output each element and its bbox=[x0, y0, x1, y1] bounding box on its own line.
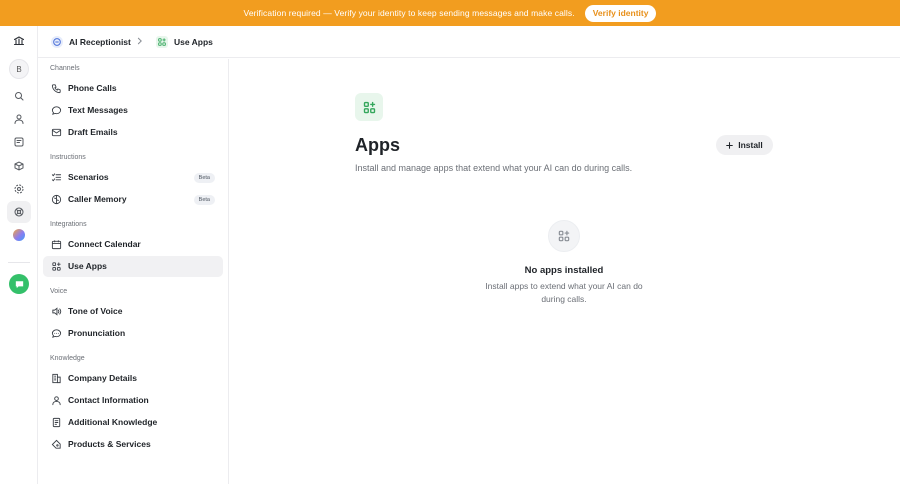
section-voice: Voice bbox=[50, 288, 68, 295]
sidebar: Channels Phone Calls Text Messages Draft… bbox=[38, 59, 229, 484]
sidebar-item-text-messages[interactable]: Text Messages bbox=[43, 100, 223, 121]
sidebar-item-label: Text Messages bbox=[68, 105, 128, 115]
breadcrumb-label-1: AI Receptionist bbox=[69, 37, 131, 47]
section-knowledge: Knowledge bbox=[50, 355, 85, 362]
sidebar-item-label: Use Apps bbox=[68, 261, 107, 271]
sidebar-item-contact-information[interactable]: Contact Information bbox=[43, 390, 223, 411]
speech-bubble-icon bbox=[51, 329, 62, 338]
sidebar-item-label: Additional Knowledge bbox=[68, 417, 158, 427]
ai-orb-icon[interactable] bbox=[13, 229, 25, 241]
main-content: Apps Install and manage apps that extend… bbox=[229, 59, 900, 484]
chat-bubble-icon[interactable] bbox=[9, 274, 29, 294]
checklist-icon bbox=[51, 173, 62, 182]
sidebar-item-label: Pronunciation bbox=[68, 328, 126, 338]
sidebar-item-label: Draft Emails bbox=[68, 127, 118, 137]
sidebar-item-products-services[interactable]: Products & Services bbox=[43, 434, 223, 455]
support-icon[interactable] bbox=[7, 201, 31, 223]
logo-icon[interactable] bbox=[7, 30, 31, 52]
apps-icon bbox=[558, 230, 570, 242]
sidebar-item-pronunciation[interactable]: Pronunciation bbox=[43, 323, 223, 344]
phone-icon bbox=[51, 84, 61, 94]
search-icon[interactable] bbox=[7, 85, 31, 107]
breadcrumb-use-apps[interactable]: Use Apps bbox=[156, 36, 213, 48]
page-subtitle: Install and manage apps that extend what… bbox=[355, 163, 633, 173]
tag-icon bbox=[51, 439, 61, 449]
breadcrumb: AI Receptionist Use Apps bbox=[38, 26, 900, 58]
install-label: Install bbox=[738, 140, 763, 150]
package-icon[interactable] bbox=[7, 155, 31, 177]
sidebar-item-use-apps[interactable]: Use Apps bbox=[43, 256, 223, 277]
section-instructions: Instructions bbox=[50, 154, 86, 161]
inbox-icon[interactable] bbox=[7, 131, 31, 153]
sidebar-item-phone-calls[interactable]: Phone Calls bbox=[43, 78, 223, 99]
beta-badge: Beta bbox=[193, 195, 215, 205]
section-channels: Channels bbox=[50, 65, 80, 72]
install-button[interactable]: Install bbox=[716, 135, 773, 155]
settings-icon[interactable] bbox=[7, 178, 31, 200]
sidebar-item-label: Company Details bbox=[68, 373, 137, 383]
sidebar-item-connect-calendar[interactable]: Connect Calendar bbox=[43, 234, 223, 255]
speaker-icon bbox=[52, 307, 62, 316]
sidebar-item-label: Connect Calendar bbox=[68, 239, 141, 249]
empty-state-title: No apps installed bbox=[524, 265, 604, 276]
apps-icon bbox=[363, 101, 375, 113]
apps-icon bbox=[52, 262, 61, 271]
breadcrumb-label-2: Use Apps bbox=[174, 37, 213, 47]
sidebar-item-label: Products & Services bbox=[68, 439, 151, 449]
plus-icon bbox=[726, 141, 734, 149]
sidebar-item-company-details[interactable]: Company Details bbox=[43, 368, 223, 389]
verify-identity-button[interactable]: Verify identity bbox=[584, 4, 657, 22]
rail-divider bbox=[8, 262, 30, 263]
sidebar-item-label: Scenarios bbox=[68, 172, 109, 182]
brain-icon bbox=[51, 194, 62, 205]
sidebar-item-label: Tone of Voice bbox=[68, 306, 123, 316]
sidebar-item-label: Caller Memory bbox=[68, 194, 127, 204]
document-icon bbox=[52, 417, 61, 428]
workspace-avatar[interactable]: B bbox=[9, 59, 29, 79]
calendar-icon bbox=[51, 240, 62, 250]
breadcrumb-ai-receptionist[interactable]: AI Receptionist bbox=[51, 36, 131, 48]
beta-badge: Beta bbox=[193, 173, 215, 183]
empty-state-icon bbox=[548, 220, 580, 252]
apps-tile-icon bbox=[355, 93, 383, 121]
banner-text: Verification required — Verify your iden… bbox=[243, 8, 575, 18]
empty-state-subtitle: Install apps to extend what your AI can … bbox=[485, 281, 643, 304]
ai-receptionist-icon bbox=[51, 36, 63, 48]
sidebar-item-tone-of-voice[interactable]: Tone of Voice bbox=[43, 301, 223, 322]
app-rail: B bbox=[0, 26, 38, 484]
user-icon bbox=[52, 396, 61, 406]
sidebar-item-additional-knowledge[interactable]: Additional Knowledge bbox=[43, 412, 223, 433]
chevron-right-icon bbox=[137, 37, 142, 45]
mail-icon bbox=[51, 128, 62, 137]
section-integrations: Integrations bbox=[50, 221, 87, 228]
building-icon bbox=[52, 373, 61, 384]
sidebar-item-label: Contact Information bbox=[68, 395, 149, 405]
page-title: Apps bbox=[355, 135, 400, 155]
sidebar-item-caller-memory[interactable]: Caller Memory Beta bbox=[43, 189, 223, 210]
sidebar-item-label: Phone Calls bbox=[68, 83, 117, 93]
apps-icon bbox=[156, 36, 168, 48]
verification-banner: Verification required — Verify your iden… bbox=[0, 0, 900, 26]
sidebar-item-scenarios[interactable]: Scenarios Beta bbox=[43, 167, 223, 188]
message-icon bbox=[51, 106, 62, 115]
contacts-icon[interactable] bbox=[7, 108, 31, 130]
sidebar-item-draft-emails[interactable]: Draft Emails bbox=[43, 122, 223, 143]
